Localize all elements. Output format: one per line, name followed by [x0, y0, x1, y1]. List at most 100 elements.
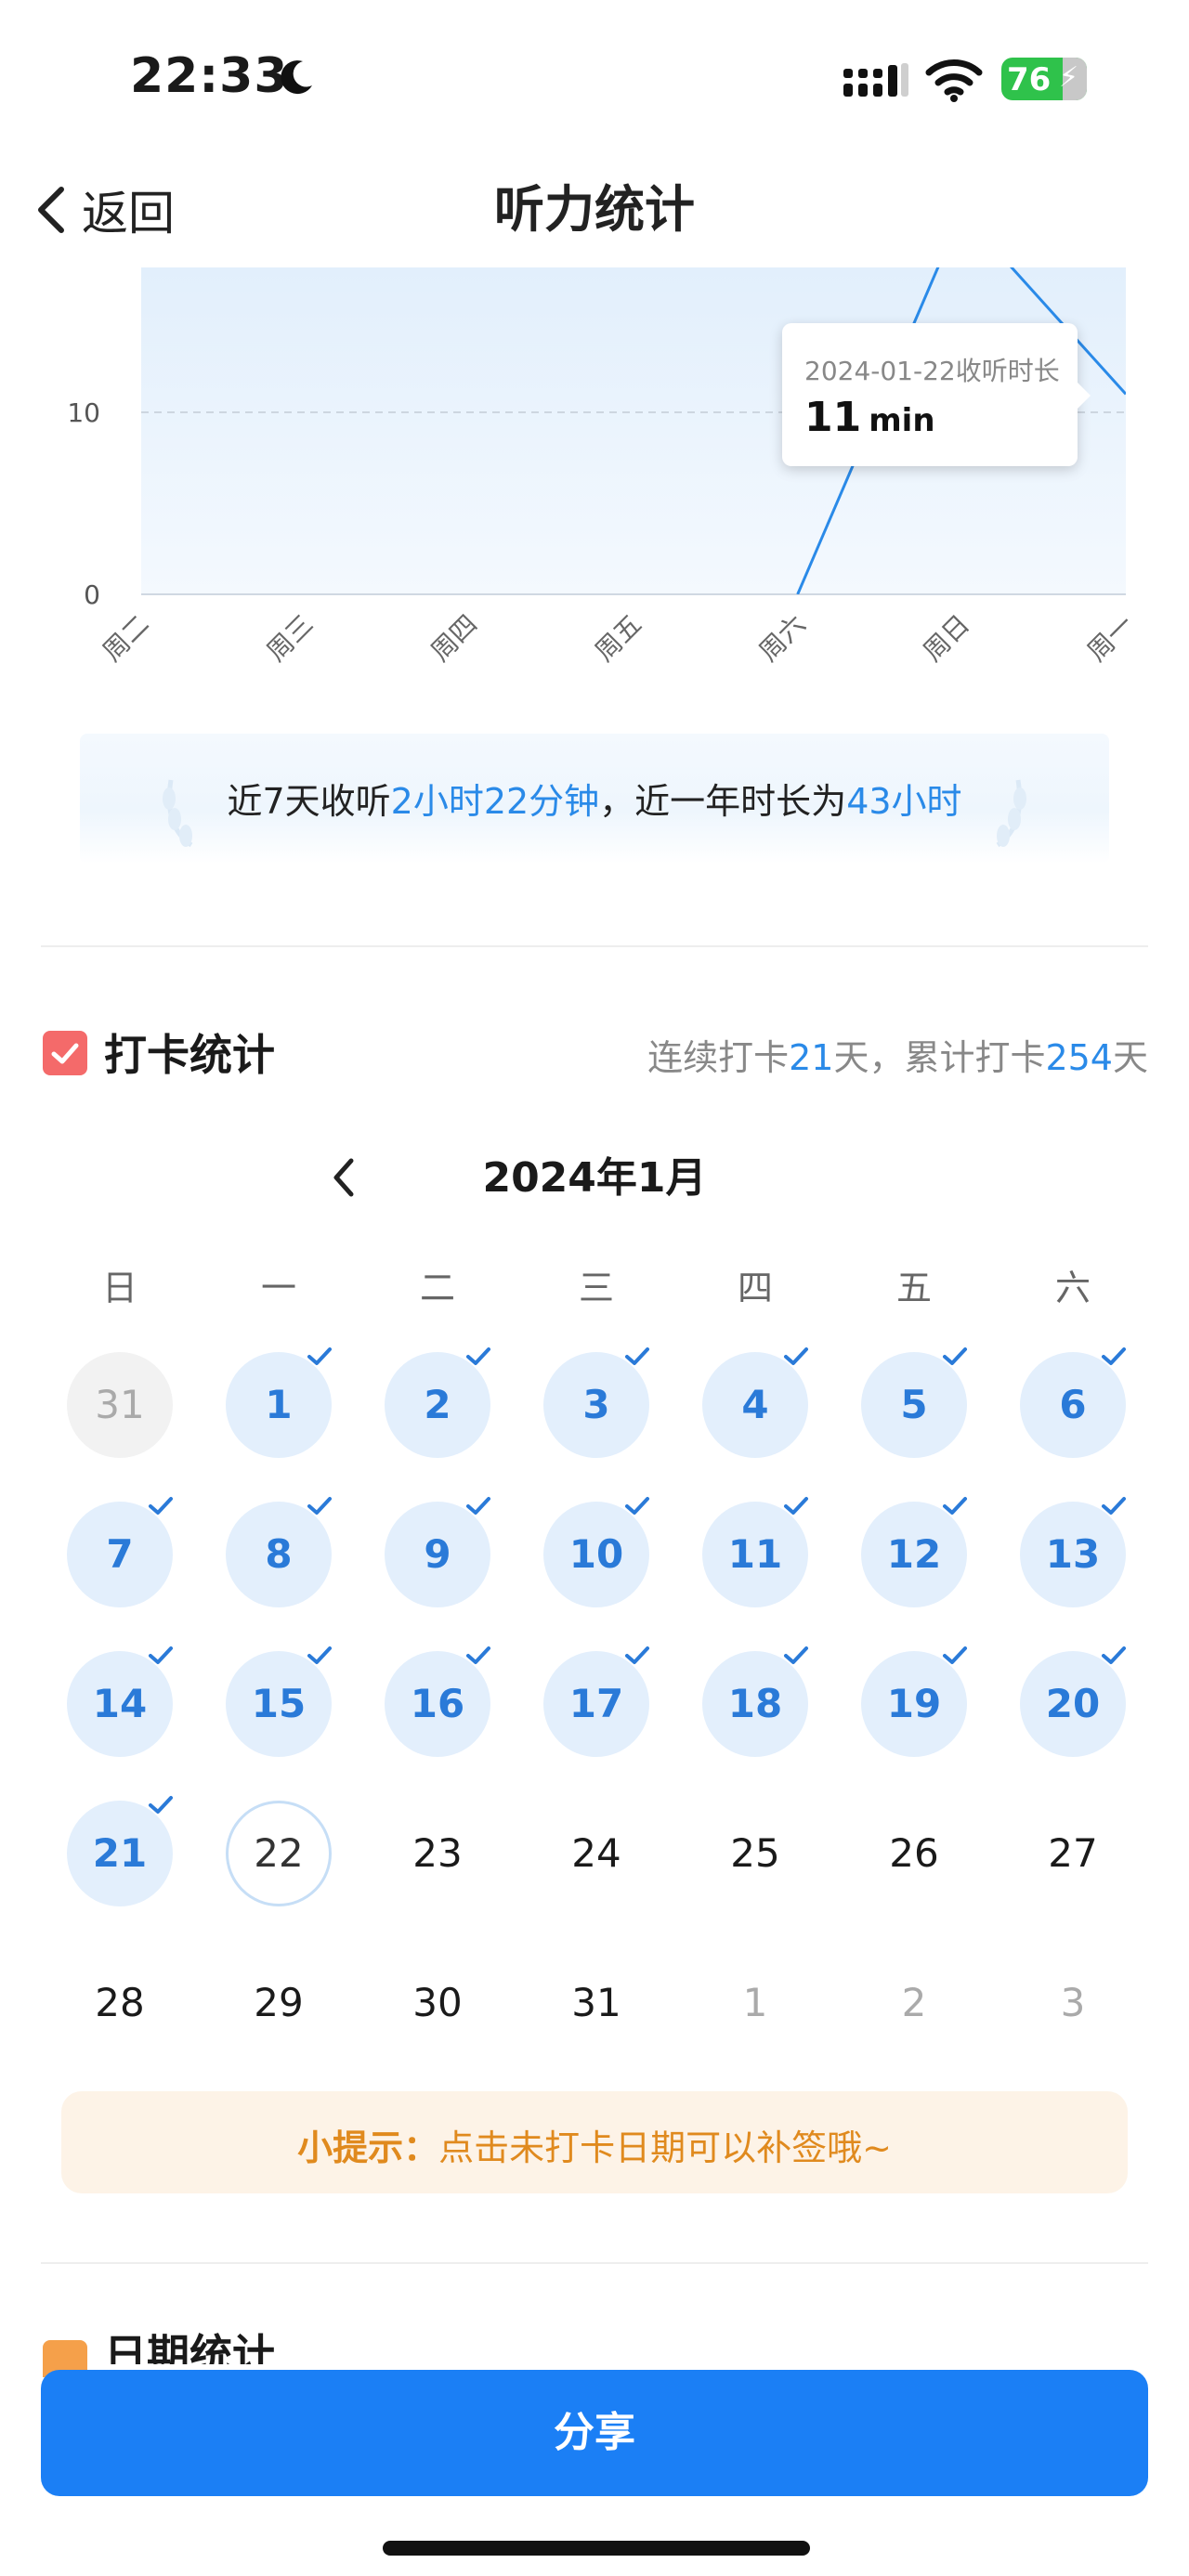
checkmark-icon — [784, 1646, 808, 1664]
checkmark-icon — [149, 1646, 173, 1664]
calendar-day[interactable]: 2 — [861, 1950, 967, 2056]
checkmark-icon — [943, 1347, 967, 1365]
checkmark-icon — [307, 1347, 332, 1365]
calendar-day[interactable]: 26 — [861, 1801, 967, 1906]
calendar-day[interactable]: 25 — [702, 1801, 808, 1906]
calendar-day[interactable]: 27 — [1020, 1801, 1126, 1906]
x-tick-label: 周六 — [753, 609, 812, 668]
checkmark-icon — [625, 1347, 649, 1365]
calendar-day[interactable]: 5 — [861, 1347, 967, 1458]
checkmark-icon — [466, 1497, 490, 1515]
calendar-day[interactable]: 2 — [385, 1347, 490, 1458]
weekday-label: 日 — [101, 1268, 137, 1308]
battery-level: 76 — [1007, 61, 1052, 98]
day-number: 21 — [92, 1830, 148, 1876]
laurel-icon — [996, 779, 1026, 848]
day-number: 23 — [412, 1830, 463, 1876]
weekday-label: 五 — [895, 1268, 932, 1308]
listen-7d-value: 2小时22分钟 — [390, 781, 600, 822]
day-number: 31 — [95, 1382, 145, 1427]
checkbox-icon — [43, 1031, 87, 1075]
calendar-day[interactable]: 15 — [226, 1646, 332, 1757]
day-number: 2 — [901, 1980, 927, 2025]
calendar-day[interactable]: 28 — [67, 1950, 173, 2056]
calendar-day[interactable]: 1 — [226, 1347, 332, 1458]
calendar-day[interactable]: 19 — [861, 1646, 967, 1757]
checkmark-icon — [625, 1646, 649, 1664]
day-number: 17 — [568, 1681, 624, 1726]
day-number: 5 — [900, 1382, 928, 1427]
x-tick-label: 周五 — [589, 609, 647, 668]
calendar-day[interactable]: 12 — [861, 1497, 967, 1607]
calendar-day[interactable]: 10 — [543, 1497, 649, 1607]
checkmark-icon — [625, 1497, 649, 1515]
tip-prefix: 小提示： — [297, 2127, 439, 2168]
day-number: 28 — [95, 1980, 145, 2025]
tip-box: 小提示：点击未打卡日期可以补签哦~ — [61, 2091, 1128, 2193]
day-number: 19 — [886, 1681, 942, 1726]
calendar-day[interactable]: 6 — [1020, 1347, 1126, 1458]
day-number: 4 — [741, 1382, 769, 1427]
calendar-day[interactable]: 3 — [543, 1347, 649, 1458]
checkin-title: 打卡统计 — [104, 1030, 275, 1080]
status-time: 22:33 — [130, 48, 289, 104]
day-number: 29 — [254, 1980, 304, 2025]
calendar-day[interactable]: 13 — [1020, 1497, 1126, 1607]
weekday-label: 三 — [578, 1268, 614, 1308]
battery-indicator: 76 ⚡ — [1001, 58, 1087, 100]
calendar-day[interactable]: 23 — [385, 1801, 490, 1906]
calendar-day[interactable]: 31 — [67, 1352, 173, 1458]
day-number: 14 — [92, 1681, 148, 1726]
calendar-day[interactable]: 21 — [67, 1796, 173, 1906]
calendar-day[interactable]: 7 — [67, 1497, 173, 1607]
calendar-day[interactable]: 31 — [543, 1950, 649, 2056]
weekday-label: 一 — [260, 1268, 296, 1308]
date-stats-title: 日期统计 — [104, 2330, 275, 2364]
calendar-day[interactable]: 14 — [67, 1646, 173, 1757]
day-number: 6 — [1059, 1382, 1087, 1427]
checkmark-icon — [466, 1646, 490, 1664]
calendar-day[interactable]: 24 — [543, 1801, 649, 1906]
checkmark-icon — [307, 1497, 332, 1515]
calendar-day[interactable]: 18 — [702, 1646, 808, 1757]
checkin-stats: 连续打卡21天，累计打卡254天 — [647, 1037, 1148, 1078]
day-number: 9 — [424, 1531, 451, 1577]
checkmark-icon — [1102, 1497, 1126, 1515]
back-label: 返回 — [82, 187, 175, 241]
weekday-label: 四 — [737, 1268, 773, 1308]
calendar-day[interactable]: 8 — [226, 1497, 332, 1607]
calendar-day[interactable]: 30 — [385, 1950, 490, 2056]
day-number: 8 — [265, 1531, 293, 1577]
back-button[interactable]: 返回 — [33, 176, 175, 243]
day-number: 27 — [1048, 1830, 1098, 1876]
tip-message: 点击未打卡日期可以补签哦~ — [438, 2127, 892, 2168]
calendar-day[interactable]: 11 — [702, 1497, 808, 1607]
day-number: 26 — [889, 1830, 939, 1876]
calendar-day[interactable]: 20 — [1020, 1646, 1126, 1757]
tooltip-label: 2024-01-22收听时长 — [804, 356, 1060, 386]
calendar-day[interactable]: 1 — [702, 1950, 808, 2056]
charging-icon: ⚡ — [1059, 61, 1079, 94]
day-number: 13 — [1045, 1531, 1101, 1577]
listening-summary: 近7天收听2小时22分钟，近一年时长为43小时 — [80, 734, 1109, 864]
share-button[interactable]: 分享 — [41, 2370, 1148, 2496]
day-number: 1 — [265, 1382, 293, 1427]
checkmark-icon — [307, 1646, 332, 1664]
month-title: 2024年1月 — [482, 1154, 707, 1202]
day-number: 31 — [571, 1980, 621, 2025]
calendar-day[interactable]: 16 — [385, 1646, 490, 1757]
tooltip-value: 11 min — [804, 394, 935, 441]
calendar-day[interactable]: 29 — [226, 1950, 332, 2056]
day-number: 18 — [727, 1681, 783, 1726]
wifi-icon — [925, 59, 983, 102]
calendar-day[interactable]: 9 — [385, 1497, 490, 1607]
day-number: 24 — [571, 1830, 621, 1876]
calendar-day[interactable]: 17 — [543, 1646, 649, 1757]
x-tick-label: 周三 — [261, 609, 320, 668]
page-title: 听力统计 — [494, 180, 695, 239]
calendar-day[interactable]: 4 — [702, 1347, 808, 1458]
calendar-day[interactable]: 22 — [226, 1801, 332, 1906]
calendar-day[interactable]: 3 — [1020, 1950, 1126, 2056]
day-number: 20 — [1045, 1681, 1101, 1726]
chart-tooltip: 2024-01-22收听时长 11 min — [782, 323, 1091, 466]
